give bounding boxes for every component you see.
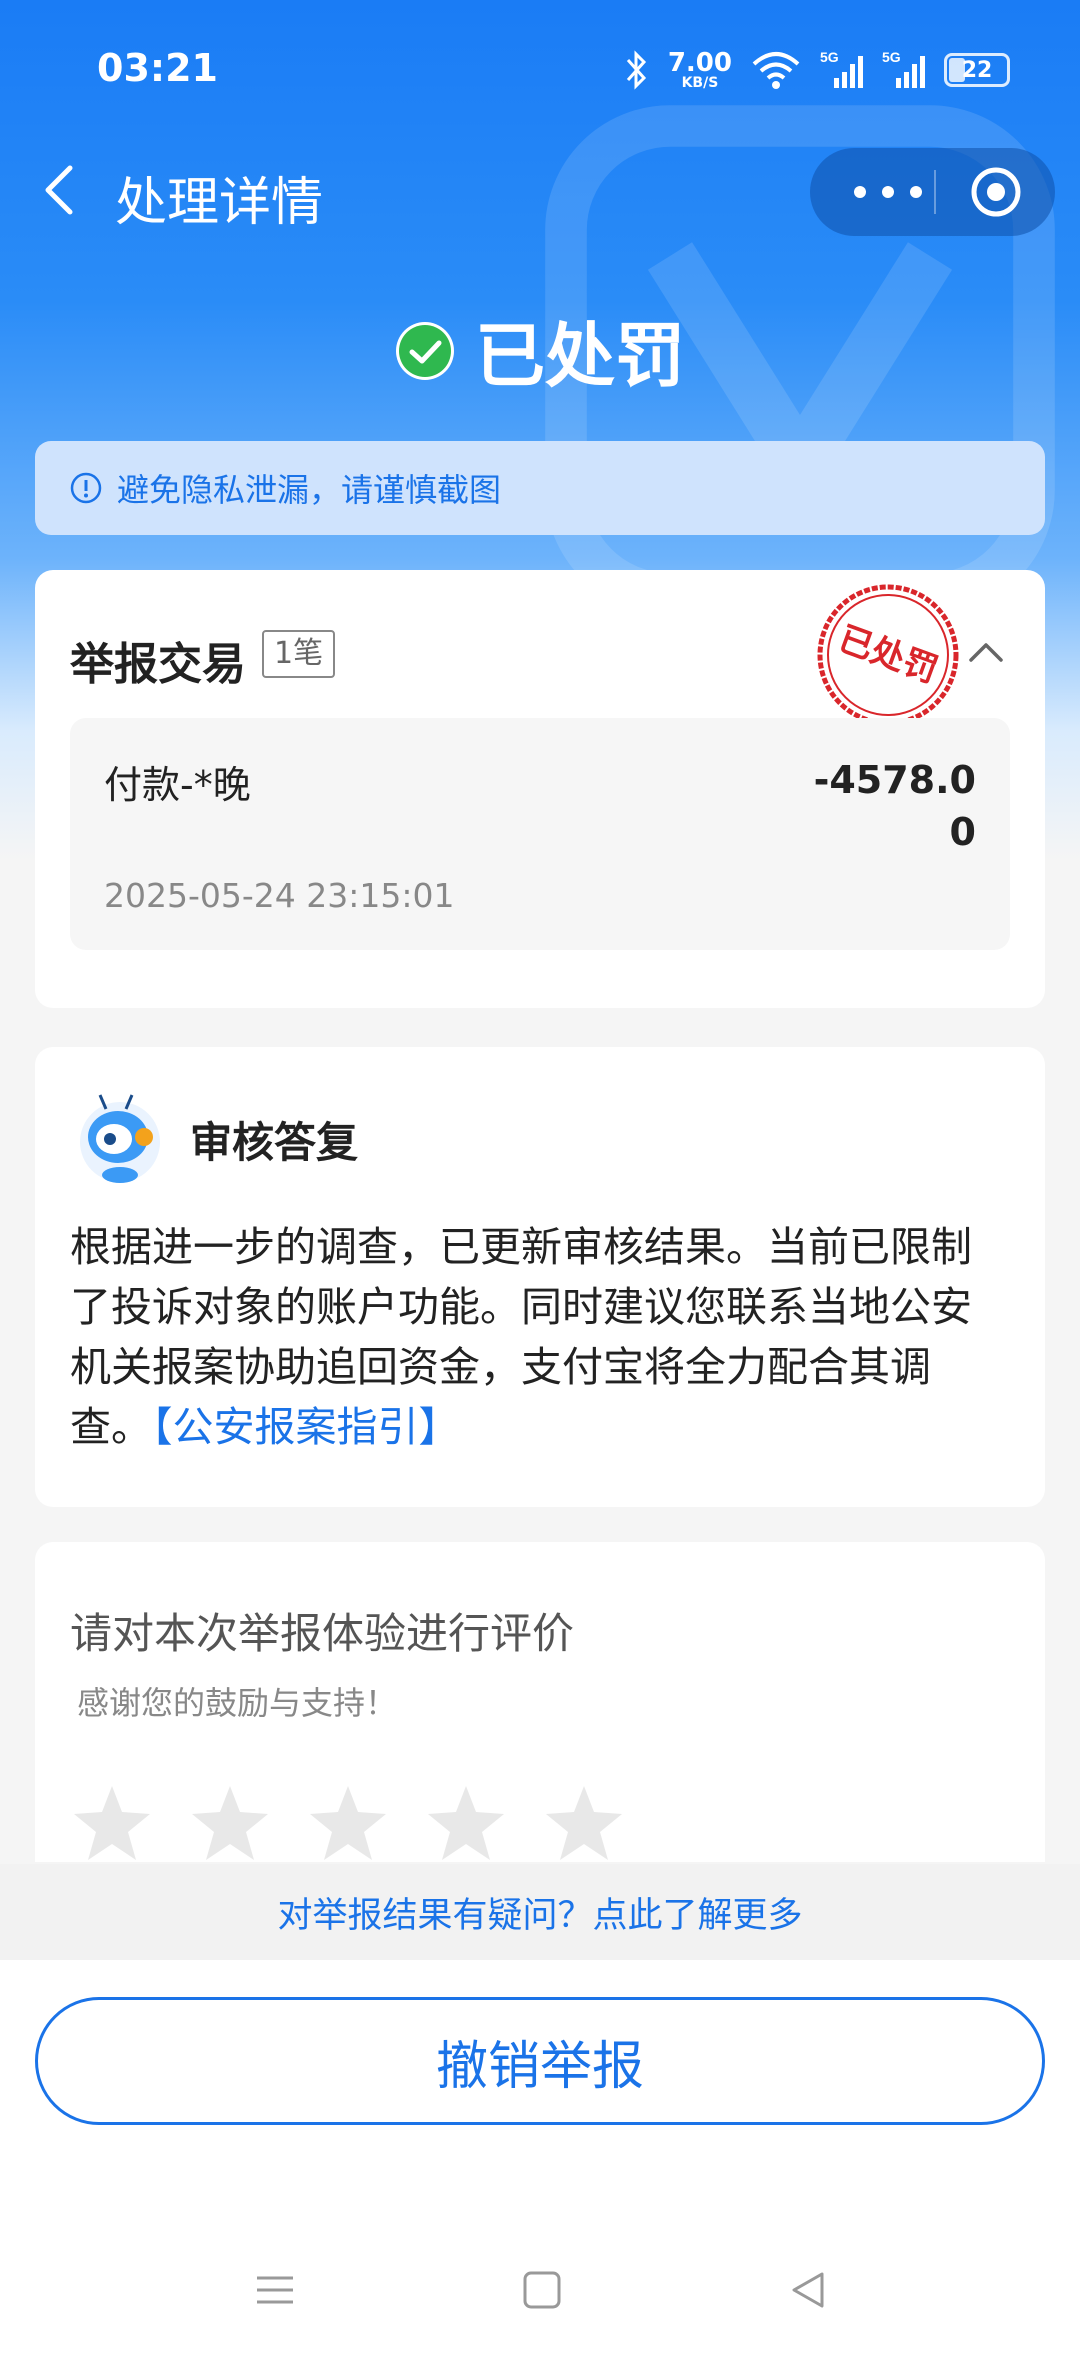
home-icon[interactable]	[522, 2270, 562, 2310]
status-time: 03:21	[97, 46, 218, 90]
miniapp-capsule	[810, 148, 1055, 236]
transaction-amount: -4578.00	[813, 758, 976, 854]
review-body: 根据进一步的调查，已更新审核结果。当前已限制了投诉对象的账户功能。同时建议您联系…	[70, 1217, 1010, 1457]
report-count-badge: 1笔	[262, 630, 336, 678]
assistant-avatar	[80, 1094, 160, 1183]
privacy-notice-text: 避免隐私泄漏，请谨慎截图	[117, 471, 502, 509]
info-icon	[70, 472, 102, 504]
back-arrow-icon[interactable]	[36, 160, 86, 220]
capsule-divider	[934, 170, 936, 214]
report-title: 举报交易	[70, 639, 246, 690]
transaction-item[interactable]: 付款-*晚 -4578.00 2025-05-24 23:15:01	[70, 718, 1010, 950]
status-icons: 7.00 KB/S 5G 5G 22	[624, 48, 1010, 92]
rating-subtitle: 感谢您的鼓励与支持！	[77, 1684, 398, 1722]
result-question-bar[interactable]: 对举报结果有疑问？点此了解更多	[0, 1864, 1080, 1960]
rating-card: 请对本次举报体验进行评价 感谢您的鼓励与支持！	[35, 1542, 1045, 1862]
success-check-icon	[396, 321, 454, 380]
page-title: 处理详情	[115, 173, 324, 233]
stamp-text: 已处罚	[833, 619, 943, 691]
wifi-icon	[752, 52, 800, 89]
learn-more-link[interactable]: 对举报结果有疑问？点此了解更多	[277, 1887, 802, 1938]
transaction-name: 付款-*晚	[104, 763, 251, 807]
back-triangle-icon[interactable]	[788, 2270, 828, 2310]
star-icon[interactable]	[542, 1782, 626, 1866]
review-title: 审核答复	[190, 1118, 359, 1167]
svg-text:5G: 5G	[820, 49, 839, 65]
star-icon[interactable]	[70, 1782, 154, 1866]
police-report-guide-link[interactable]: 【公安报案指引】	[152, 1403, 460, 1451]
battery-indicator: 22	[944, 53, 1010, 87]
rating-stars	[70, 1782, 626, 1866]
svg-text:5G: 5G	[882, 49, 901, 65]
close-miniapp-icon[interactable]	[970, 166, 1022, 218]
menu-icon[interactable]	[255, 2270, 295, 2310]
result-status: 已处罚	[0, 300, 1080, 401]
collapse-chevron-icon[interactable]	[965, 632, 1007, 672]
status-bar: 03:21 7.00 KB/S 5G 5G 22	[0, 0, 1080, 140]
star-icon[interactable]	[306, 1782, 390, 1866]
signal-5g-icon: 5G	[820, 49, 863, 88]
signal-5g-icon-2: 5G	[882, 49, 925, 88]
transaction-date: 2025-05-24 23:15:01	[104, 876, 455, 915]
revoke-report-button[interactable]: 撤销举报	[35, 1997, 1045, 2125]
report-transaction-card: 举报交易 1笔 已处罚 付款-*晚 -4578.00 2025-05-24 23…	[35, 570, 1045, 1008]
more-icon[interactable]	[848, 170, 928, 214]
penalized-stamp: 已处罚	[817, 584, 959, 726]
result-status-text: 已处罚	[475, 315, 685, 397]
star-icon[interactable]	[424, 1782, 508, 1866]
system-navigation-bar	[0, 2270, 1080, 2340]
privacy-notice: 避免隐私泄漏，请谨慎截图	[35, 441, 1045, 535]
rating-title: 请对本次举报体验进行评价	[70, 1609, 575, 1658]
star-icon[interactable]	[188, 1782, 272, 1866]
review-reply-card: 审核答复 根据进一步的调查，已更新审核结果。当前已限制了投诉对象的账户功能。同时…	[35, 1047, 1045, 1507]
bluetooth-icon	[626, 50, 646, 90]
net-speed: 7.00 KB/S	[667, 48, 732, 91]
